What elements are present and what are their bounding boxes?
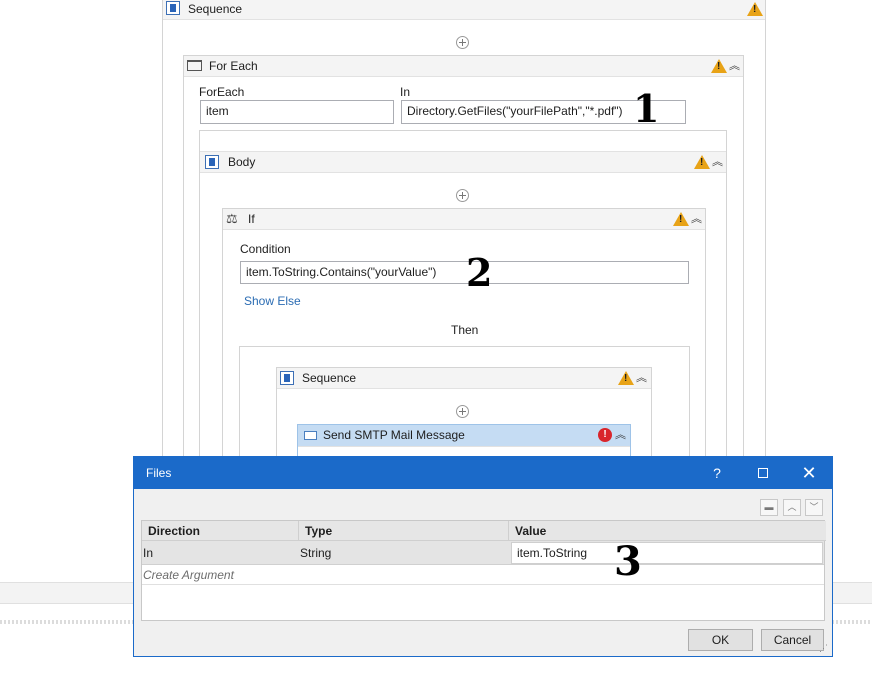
add-activity-icon[interactable] bbox=[456, 405, 469, 418]
body-header[interactable]: Body ︽ bbox=[200, 152, 726, 173]
cancel-button[interactable]: Cancel bbox=[761, 629, 824, 651]
add-activity-icon[interactable] bbox=[456, 189, 469, 202]
sequence-icon bbox=[280, 371, 294, 385]
if-icon: ⚖ bbox=[226, 211, 238, 226]
arguments-grid: Direction Type Value In String item.ToSt… bbox=[141, 520, 826, 621]
sequence-icon bbox=[166, 1, 180, 15]
column-header-direction[interactable]: Direction bbox=[142, 521, 299, 541]
cell-direction[interactable]: In bbox=[143, 546, 153, 560]
column-header-value[interactable]: Value bbox=[509, 521, 826, 541]
foreach-label: ForEach bbox=[199, 85, 245, 99]
mail-icon bbox=[304, 431, 317, 440]
annotation-1: 1 bbox=[633, 86, 660, 131]
if-title: If bbox=[248, 212, 255, 226]
collapse-icon[interactable]: ︽ bbox=[691, 214, 702, 225]
warning-icon bbox=[694, 155, 710, 169]
delete-argument-button[interactable]: ▬ bbox=[760, 499, 778, 516]
condition-input[interactable]: item.ToString.Contains("yourValue") bbox=[240, 261, 689, 284]
show-else-link[interactable]: Show Else bbox=[244, 294, 301, 308]
inner-sequence-title: Sequence bbox=[302, 371, 357, 385]
cell-type[interactable]: String bbox=[300, 546, 331, 560]
files-dialog[interactable]: Files ? ✕ ▬ ︿ ﹀ Direction Type Value In … bbox=[133, 456, 833, 657]
add-activity-icon[interactable] bbox=[456, 36, 469, 49]
warning-icon bbox=[673, 212, 689, 226]
for-each-title: For Each bbox=[209, 59, 258, 73]
for-each-icon bbox=[187, 60, 202, 71]
condition-label: Condition bbox=[240, 242, 291, 256]
inner-sequence-header[interactable]: Sequence ︽ bbox=[277, 368, 651, 389]
warning-icon bbox=[747, 2, 763, 16]
dialog-title: Files bbox=[146, 466, 172, 480]
warning-icon bbox=[711, 59, 727, 73]
move-up-button[interactable]: ︿ bbox=[783, 499, 801, 516]
warning-icon bbox=[618, 371, 634, 385]
body-spacer bbox=[200, 131, 726, 152]
if-header[interactable]: ⚖ If ︽ bbox=[223, 209, 705, 230]
ok-button[interactable]: OK bbox=[688, 629, 753, 651]
sequence-icon bbox=[205, 155, 219, 169]
error-icon: ! bbox=[598, 428, 612, 442]
close-button[interactable]: ✕ bbox=[789, 457, 829, 489]
collapse-icon[interactable]: ︽ bbox=[729, 61, 740, 72]
then-label: Then bbox=[451, 323, 479, 337]
foreach-item-input[interactable]: item bbox=[200, 100, 394, 124]
help-button[interactable]: ? bbox=[697, 457, 737, 489]
for-each-header[interactable]: For Each ︽ bbox=[184, 56, 743, 77]
collapse-icon[interactable]: ︽ bbox=[712, 157, 723, 168]
column-header-type[interactable]: Type bbox=[299, 521, 509, 541]
smtp-title: Send SMTP Mail Message bbox=[323, 428, 465, 442]
table-row[interactable]: In String item.ToString bbox=[142, 541, 824, 565]
body-title: Body bbox=[228, 155, 256, 169]
collapse-icon[interactable]: ︽ bbox=[615, 430, 626, 441]
annotation-3: 3 bbox=[614, 538, 642, 585]
in-label: In bbox=[400, 85, 411, 99]
dialog-title-bar[interactable]: Files ? ✕ bbox=[134, 457, 832, 489]
cell-value-input[interactable]: item.ToString bbox=[511, 542, 823, 564]
maximize-button[interactable] bbox=[743, 457, 783, 489]
annotation-2: 2 bbox=[466, 250, 493, 295]
outer-sequence-title: Sequence bbox=[188, 2, 243, 16]
create-argument-link[interactable]: Create Argument bbox=[143, 568, 234, 582]
collapse-icon[interactable]: ︽ bbox=[636, 373, 647, 384]
grid-separator bbox=[142, 584, 824, 585]
move-down-button[interactable]: ﹀ bbox=[805, 499, 823, 516]
resize-grip-icon[interactable]: ⋰ bbox=[819, 643, 828, 654]
smtp-header[interactable]: Send SMTP Mail Message ! ︽ bbox=[298, 425, 630, 447]
outer-sequence-header[interactable]: Sequence bbox=[163, 0, 765, 20]
maximize-icon bbox=[758, 468, 768, 478]
